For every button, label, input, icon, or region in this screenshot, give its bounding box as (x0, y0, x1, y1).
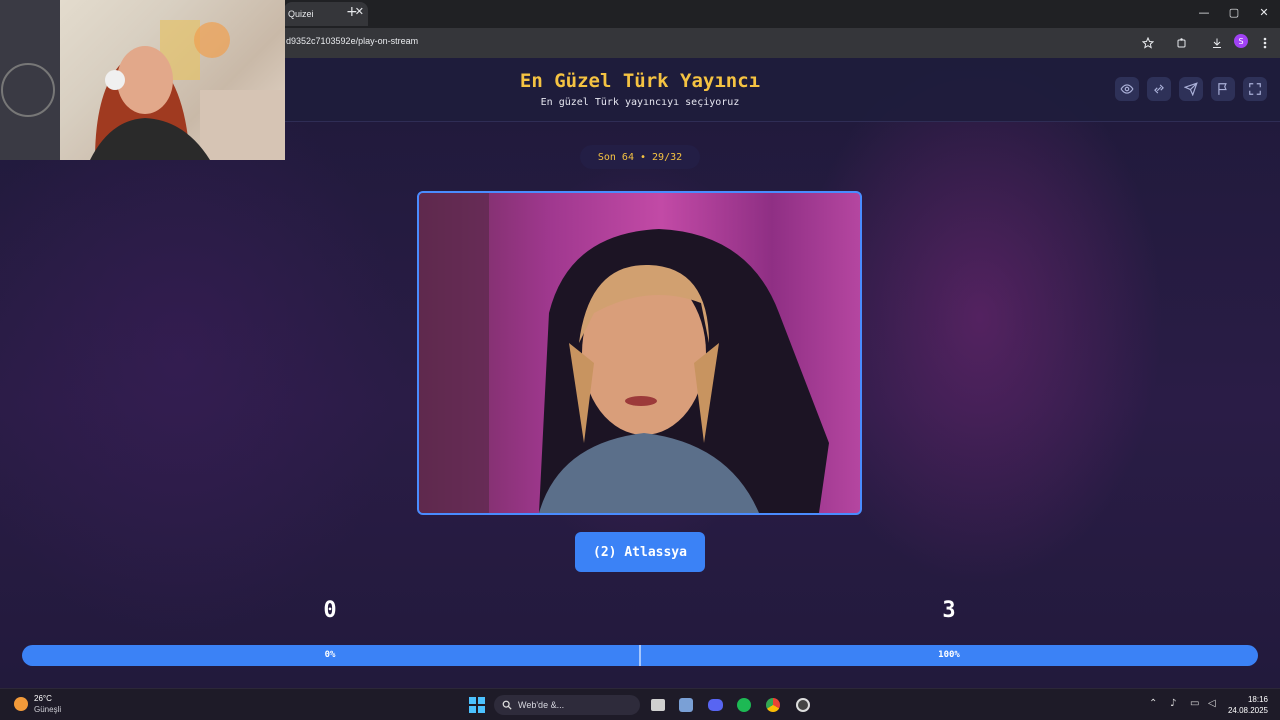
system-clock[interactable]: 18:16 24.08.2025 (1228, 694, 1268, 716)
settings-app-icon[interactable] (677, 696, 695, 714)
clock-date: 24.08.2025 (1227, 706, 1268, 715)
progress-left-label: 0% (324, 650, 336, 660)
windows-start-icon[interactable] (468, 696, 486, 714)
weather-description: Güneşli (34, 705, 62, 714)
vote-progress-bar: 0% 100% (22, 645, 1258, 666)
download-icon[interactable] (1208, 34, 1226, 52)
bookmark-star-icon[interactable] (1139, 34, 1157, 52)
progress-divider (639, 645, 641, 666)
tab-title: Quizei (288, 9, 314, 19)
spotify-icon[interactable] (735, 696, 753, 714)
contestant-image (419, 193, 829, 513)
search-placeholder: Web'de &... (518, 700, 565, 710)
close-window-button[interactable]: ✕ (1254, 6, 1274, 19)
search-icon (502, 700, 512, 710)
maximize-button[interactable]: ▢ (1224, 6, 1244, 19)
chrome-icon[interactable] (764, 696, 782, 714)
webcam-overlay (0, 0, 285, 160)
contestant-select-button[interactable]: (2) Atlassya (575, 532, 705, 572)
tray-chevron-icon[interactable]: ⌃ (1149, 698, 1157, 709)
profile-avatar[interactable]: S (1234, 34, 1248, 48)
obs-icon[interactable] (794, 696, 812, 714)
microphone-icon[interactable]: ♪ (1170, 698, 1176, 709)
fullscreen-icon[interactable] (1243, 77, 1267, 101)
round-badge: Son 64 • 29/32 (580, 145, 700, 169)
eye-icon[interactable] (1115, 77, 1139, 101)
minimize-button[interactable]: — (1194, 6, 1214, 19)
share-icon[interactable] (1147, 77, 1171, 101)
weather-temperature[interactable]: 26°C (34, 694, 52, 703)
volume-icon[interactable]: ◁ (1208, 698, 1216, 709)
extensions-icon[interactable] (1173, 34, 1191, 52)
file-explorer-icon[interactable] (649, 696, 667, 714)
new-tab-button[interactable]: + (346, 4, 358, 20)
flag-icon[interactable] (1211, 77, 1235, 101)
score-right: 3 (942, 598, 956, 623)
send-icon[interactable] (1179, 77, 1203, 101)
taskbar-search-input[interactable]: Web'de &... (494, 695, 640, 715)
clock-time: 18:16 (1247, 695, 1268, 704)
discord-icon[interactable] (706, 696, 724, 714)
menu-dots-icon[interactable] (1256, 34, 1274, 52)
weather-icon[interactable] (14, 697, 28, 711)
score-left: 0 (323, 598, 337, 623)
progress-right-label: 100% (938, 650, 960, 660)
contestant-video[interactable] (417, 191, 862, 515)
taskbar: 26°C Güneşli Web'de &... ⌃ ♪ ▭ ◁ 18:16 2… (0, 688, 1280, 720)
url-field[interactable]: d9352c7103592e/play-on-stream (286, 36, 418, 46)
network-icon[interactable]: ▭ (1190, 698, 1199, 709)
streamer-webcam-image (0, 0, 285, 160)
